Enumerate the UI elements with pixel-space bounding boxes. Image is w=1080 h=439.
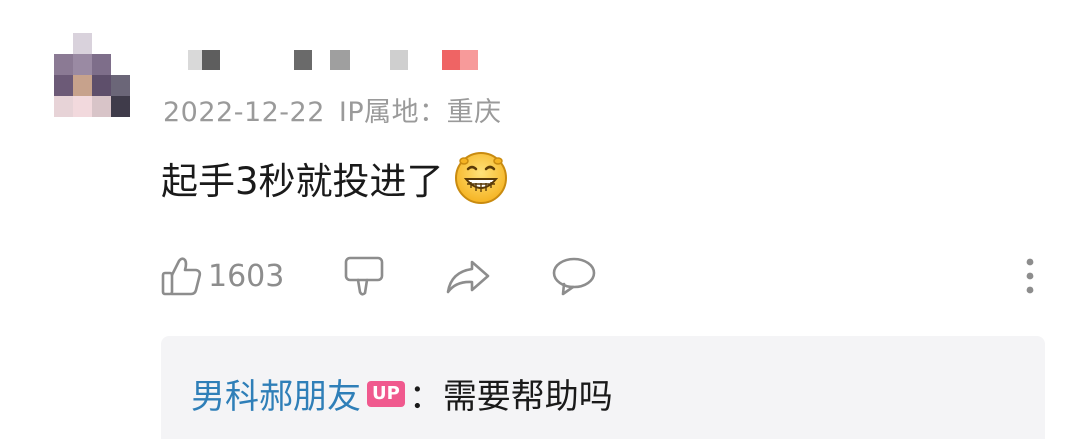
more-vertical-icon	[1026, 258, 1034, 294]
reply-text: 需要帮助吗	[442, 377, 613, 417]
more-options-button[interactable]	[1018, 255, 1042, 297]
thumbs-down-icon	[342, 254, 386, 298]
like-button[interactable]: 1603	[160, 254, 284, 298]
comment-card: 2022-12-22 IP属地：重庆 起手3秒就投进了 1603 男科郝朋友 U…	[0, 0, 1080, 439]
dislike-button[interactable]	[342, 254, 386, 298]
reply-username[interactable]: 男科郝朋友	[191, 369, 361, 418]
like-count: 1603	[208, 258, 285, 294]
comment-text: 起手3秒就投进了	[161, 160, 444, 203]
reply-button[interactable]	[550, 254, 598, 298]
comment-meta: 2022-12-22 IP属地：重庆	[163, 90, 502, 128]
grinning-face-icon	[454, 151, 508, 205]
share-button[interactable]	[444, 254, 492, 298]
avatar[interactable]	[54, 33, 130, 117]
comment-body: 起手3秒就投进了	[161, 151, 508, 205]
thumbs-up-icon	[160, 254, 204, 298]
reply-preview[interactable]: 男科郝朋友 UP ： 需要帮助吗	[161, 336, 1045, 439]
username-mosaic[interactable]	[180, 50, 510, 70]
up-badge: UP	[367, 380, 405, 407]
ip-location: IP属地：重庆	[338, 97, 502, 128]
comment-date: 2022-12-22	[163, 97, 325, 128]
comment-actions: 1603	[160, 252, 634, 300]
comment-bubble-icon	[550, 254, 598, 298]
reply-line: 男科郝朋友 UP ： 需要帮助吗	[191, 369, 613, 418]
reply-separator: ：	[408, 377, 443, 417]
share-icon	[444, 254, 492, 298]
